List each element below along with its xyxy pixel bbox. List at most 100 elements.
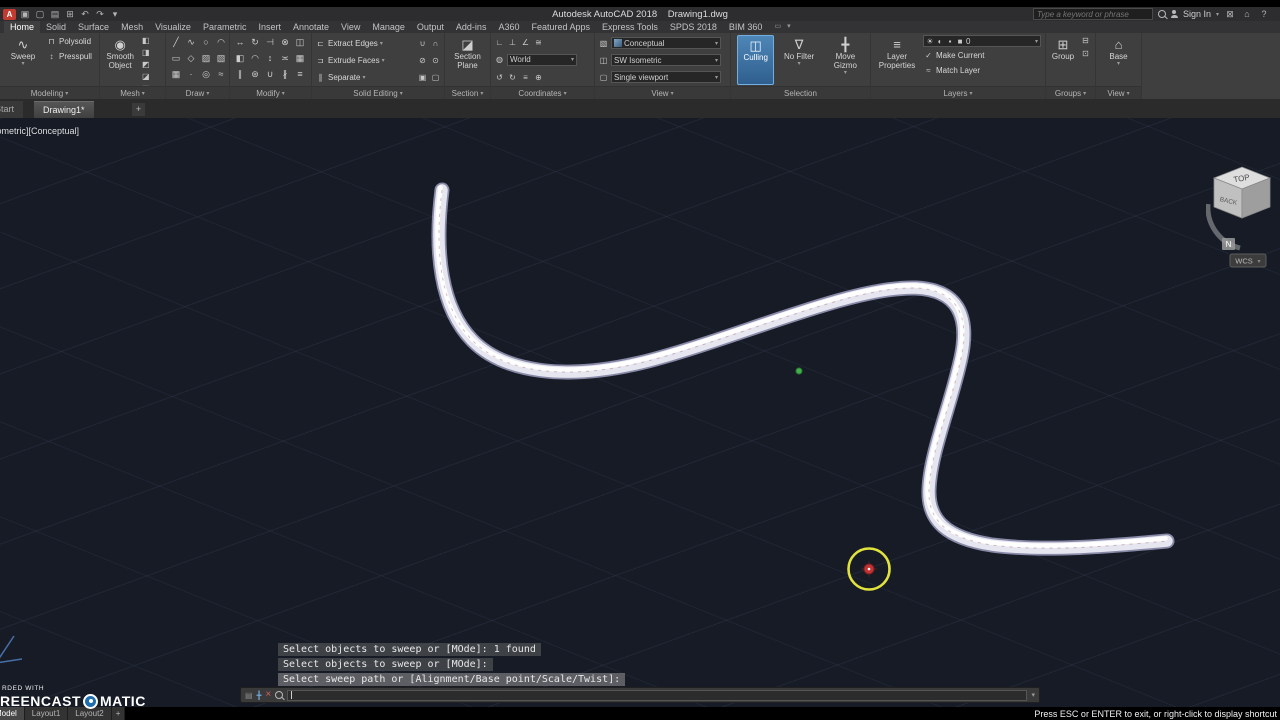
tab-solid[interactable]: Solid: [40, 21, 72, 33]
wcs-dropdown-icon[interactable]: ▾: [1257, 259, 1260, 265]
customize-icon[interactable]: ╋: [257, 691, 262, 700]
ucs-apply-icon[interactable]: ⊕: [533, 72, 544, 83]
rotate-icon[interactable]: ↻: [248, 35, 262, 50]
tab-express-tools[interactable]: Express Tools: [596, 21, 664, 33]
region-icon[interactable]: ▦: [169, 67, 183, 82]
erase-icon[interactable]: ⊗: [278, 35, 292, 50]
refine-mesh-icon[interactable]: ◩: [140, 59, 151, 70]
polyline-icon[interactable]: ∿: [184, 35, 198, 50]
viewport-config-icon[interactable]: ▢: [598, 72, 609, 83]
viewport-controls[interactable]: [-][SW Isometric][Conceptual]: [0, 126, 79, 136]
explode-icon[interactable]: ⊛: [248, 67, 262, 82]
section-panel-label[interactable]: Section ▾: [445, 86, 490, 99]
tab-bim360[interactable]: BIM 360: [723, 21, 769, 33]
ucs-rotate-x-icon[interactable]: ↺: [494, 72, 505, 83]
ungroup-icon[interactable]: ⊟: [1080, 35, 1091, 46]
polysolid-button[interactable]: ⊓ Polysolid: [46, 35, 92, 48]
move-gizmo-button[interactable]: ╋ Move Gizmo ▾: [824, 35, 867, 85]
spline-icon[interactable]: ≈: [214, 67, 228, 82]
ribbon-display-dropdown-icon[interactable]: ▾: [787, 21, 791, 33]
rectangle-icon[interactable]: ▭: [169, 51, 183, 66]
add-crease-icon[interactable]: ◪: [140, 71, 151, 82]
close-icon[interactable]: ×: [265, 690, 271, 700]
view-panel-label[interactable]: View ▾: [595, 86, 730, 99]
solid-check-icon[interactable]: ▢: [430, 72, 441, 83]
groups-panel-label[interactable]: Groups ▾: [1046, 86, 1095, 99]
tab-spds[interactable]: SPDS 2018: [664, 21, 723, 33]
layer-properties-button[interactable]: ≡ Layer Properties: [874, 35, 920, 85]
draw-panel-label[interactable]: Draw ▾: [166, 86, 229, 99]
tab-addins[interactable]: Add-ins: [450, 21, 493, 33]
plot-icon[interactable]: ⊞: [64, 9, 76, 20]
tab-a360[interactable]: A360: [492, 21, 525, 33]
recent-commands-icon[interactable]: [275, 691, 284, 699]
named-views-icon[interactable]: ◫: [598, 55, 609, 66]
modeling-panel-label[interactable]: Modeling ▾: [0, 86, 99, 99]
panel-launcher-icon[interactable]: ▾: [564, 90, 567, 97]
stay-connected-icon[interactable]: ⌂: [1241, 9, 1253, 19]
tab-parametric[interactable]: Parametric: [197, 21, 253, 33]
tab-featured-apps[interactable]: Featured Apps: [525, 21, 596, 33]
drawing-canvas[interactable]: [-][SW Isometric][Conceptual] TOP BACK N…: [0, 118, 1280, 707]
ucs-icon[interactable]: ∟: [494, 37, 505, 48]
culling-toggle[interactable]: ◫ Culling: [737, 35, 775, 85]
panel-launcher-icon[interactable]: ▾: [480, 90, 483, 97]
gradient-icon[interactable]: ▧: [214, 51, 228, 66]
tab-surface[interactable]: Surface: [72, 21, 115, 33]
ucs-3point-icon[interactable]: ≅: [533, 37, 544, 48]
ucs-previous-icon[interactable]: ⊥: [507, 37, 518, 48]
group-button[interactable]: ⊞ Group: [1049, 35, 1077, 85]
join-icon[interactable]: ∪: [263, 67, 277, 82]
section-plane-button[interactable]: ◪ Section Plane: [448, 35, 487, 85]
tab-visualize[interactable]: Visualize: [149, 21, 197, 33]
fillet-icon[interactable]: ◠: [248, 51, 262, 66]
solid-intersect-icon[interactable]: ∩: [430, 38, 441, 49]
new-drawing-tab-button[interactable]: +: [132, 103, 145, 116]
layer-freeze-icon[interactable]: ◐: [936, 36, 944, 47]
no-filter-button[interactable]: ∇ No Filter ▾: [779, 35, 818, 85]
layer-color-swatch[interactable]: ■: [956, 36, 964, 47]
array-icon[interactable]: ▦: [293, 51, 307, 66]
group-edit-icon[interactable]: ⊡: [1080, 48, 1091, 59]
search-icon[interactable]: [1157, 10, 1166, 18]
tab-annotate[interactable]: Annotate: [287, 21, 335, 33]
viewport-config-dropdown[interactable]: Single viewport ▾: [611, 71, 721, 83]
qat-dropdown-icon[interactable]: ▾: [109, 9, 121, 20]
copy-icon[interactable]: ◫: [293, 35, 307, 50]
line-icon[interactable]: ╱: [169, 35, 183, 50]
visual-style-dropdown[interactable]: Conceptual ▾: [611, 37, 721, 49]
mirror-icon[interactable]: ◧: [233, 51, 247, 66]
scale-icon[interactable]: ↕: [263, 51, 277, 66]
panel-launcher-icon[interactable]: ▾: [142, 90, 145, 97]
help-search-input[interactable]: [1033, 9, 1152, 19]
match-layer-button[interactable]: ≈ Match Layer: [923, 64, 1041, 77]
ribbon-display-icon[interactable]: ▭: [774, 21, 781, 33]
ucs-origin-icon[interactable]: ∠: [520, 37, 531, 48]
tab-mesh[interactable]: Mesh: [115, 21, 149, 33]
open-icon[interactable]: ▢: [34, 9, 46, 20]
command-bar-expand-icon[interactable]: ▾: [1031, 691, 1035, 699]
base-button[interactable]: ⌂ Base ▾: [1104, 35, 1134, 85]
trim-icon[interactable]: ⊣: [263, 35, 277, 50]
offset-icon[interactable]: ∥: [233, 67, 247, 82]
visual-styles-icon[interactable]: ▧: [598, 38, 609, 49]
tab-output[interactable]: Output: [411, 21, 450, 33]
tab-home[interactable]: Home: [4, 21, 41, 33]
solid-thicken-icon[interactable]: ⊙: [430, 55, 441, 66]
view-extra-panel-label[interactable]: View ▾: [1096, 86, 1141, 99]
donut-icon[interactable]: ◎: [199, 67, 213, 82]
stretch-icon[interactable]: ≍: [278, 51, 292, 66]
sign-in-button[interactable]: Sign In: [1183, 9, 1211, 19]
viewcube[interactable]: TOP BACK N WCS ▾: [1205, 154, 1280, 272]
ellipse-icon[interactable]: ◇: [184, 51, 198, 66]
file-tab-start[interactable]: Start: [0, 101, 24, 118]
app-menu-button[interactable]: A: [3, 8, 16, 20]
mesh-panel-label[interactable]: Mesh ▾: [100, 86, 165, 99]
coordinates-panel-label[interactable]: Coordinates ▾: [491, 86, 594, 99]
layers-panel-label[interactable]: Layers ▾: [871, 86, 1045, 99]
view-preset-dropdown[interactable]: SW Isometric ▾: [611, 54, 721, 66]
command-input[interactable]: [287, 689, 1028, 701]
sign-in-dropdown-icon[interactable]: ▾: [1216, 11, 1219, 18]
break-icon[interactable]: ∦: [278, 67, 292, 82]
point-icon[interactable]: ·: [184, 67, 198, 82]
